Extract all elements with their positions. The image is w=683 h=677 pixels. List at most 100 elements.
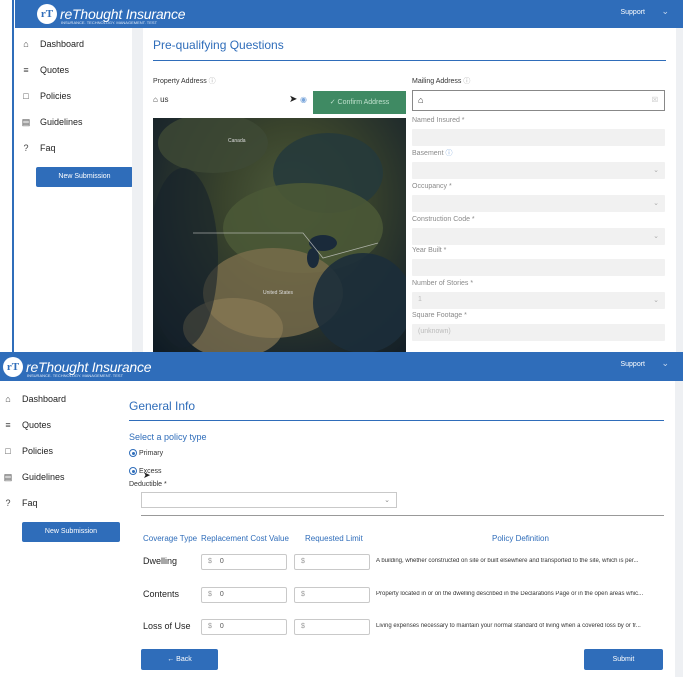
requested-limit-input[interactable]: $: [294, 554, 370, 570]
named-insured-label: Named Insured *: [412, 117, 465, 124]
brand-tagline: INSURANCE. TECHNOLOGY. MANAGEMENT. TEST: [27, 373, 124, 378]
column-header-policy-definition: Policy Definition: [492, 534, 549, 543]
document-icon: □: [5, 446, 11, 456]
help-icon: ?: [23, 143, 29, 153]
brand-logo[interactable]: rT reThought Insurance INSURANCE. TECHNO…: [3, 357, 152, 378]
sidebar-item-faq[interactable]: ? Faq: [3, 490, 132, 516]
title-underline: [129, 420, 664, 421]
chevron-down-icon[interactable]: ⌄: [661, 6, 669, 17]
chevron-down-icon[interactable]: ⌄: [661, 358, 669, 369]
location-icon[interactable]: ◉: [300, 95, 307, 104]
sidebar-item-label: Dashboard: [40, 39, 85, 49]
property-address-input[interactable]: ⌂ us: [153, 95, 169, 104]
replacement-cost-input[interactable]: $0: [201, 554, 287, 570]
construction-code-select[interactable]: ⌄: [412, 228, 665, 245]
sidebar-item-label: Dashboard: [22, 394, 67, 404]
chevron-down-icon: ⌄: [653, 200, 659, 207]
sidebar-item-label: Guidelines: [40, 117, 83, 127]
policy-definition-text: Living expenses necessary to maintain yo…: [376, 623, 641, 629]
replacement-cost-input[interactable]: $0: [201, 619, 287, 635]
sidebar-item-dashboard[interactable]: ⌂ Dashboard: [21, 31, 132, 57]
confirm-address-button[interactable]: ✓ Confirm Address: [313, 91, 406, 114]
sidebar-item-label: Policies: [40, 91, 72, 101]
radio-selected-icon: [129, 467, 137, 475]
brand-logo[interactable]: rT reThought Insurance INSURANCE. TECHNO…: [37, 4, 186, 25]
document-icon: □: [23, 91, 29, 101]
general-info-panel: General Info Select a policy type Primar…: [120, 381, 675, 677]
submit-button[interactable]: Submit: [584, 649, 663, 670]
brand-tagline: INSURANCE. TECHNOLOGY. MANAGEMENT. TEST: [61, 20, 158, 25]
info-icon: ⓘ: [445, 150, 453, 157]
title-underline: [153, 60, 666, 61]
named-insured-input[interactable]: [412, 129, 665, 146]
new-submission-button[interactable]: New Submission: [22, 522, 120, 542]
requested-limit-input[interactable]: $: [294, 619, 370, 635]
sidebar-item-guidelines[interactable]: ▤ Guidelines: [21, 109, 132, 135]
new-submission-button[interactable]: New Submission: [36, 167, 133, 187]
chevron-down-icon: ⌄: [653, 167, 659, 174]
column-header-coverage-type: Coverage Type: [143, 534, 198, 543]
mailing-address-input[interactable]: ⌂ ☒: [412, 90, 665, 111]
map-terrain: [153, 118, 406, 352]
year-built-input[interactable]: [412, 259, 665, 276]
stories-value: 1: [418, 296, 422, 303]
option-label: Primary: [138, 449, 164, 457]
policy-definition-text: A building, whether constructed on site …: [376, 558, 639, 564]
construction-code-label: Construction Code *: [412, 216, 475, 223]
chevron-down-icon: ⌄: [384, 497, 390, 504]
coverage-type-loss-of-use: Loss of Use: [143, 621, 191, 631]
sidebar-item-quotes[interactable]: ≡ Quotes: [3, 412, 132, 438]
satellite-map[interactable]: Canada United States: [153, 118, 406, 352]
window-edge: [12, 0, 14, 352]
policy-definition-text: Property located in or on the dwelling d…: [376, 591, 644, 597]
occupancy-label: Occupancy *: [412, 183, 452, 190]
back-button[interactable]: ← Back: [141, 649, 218, 670]
list-icon: ≡: [5, 420, 11, 430]
radio-selected-icon: [129, 449, 137, 457]
square-footage-label: Square Footage *: [412, 312, 467, 319]
home-icon: ⌂: [418, 95, 424, 105]
home-icon: ⌂: [153, 95, 158, 104]
logo-mark: rT: [3, 357, 23, 377]
sidebar-item-quotes[interactable]: ≡ Quotes: [21, 57, 132, 83]
requested-limit-input[interactable]: $: [294, 587, 370, 603]
basement-select[interactable]: ⌄: [412, 162, 665, 179]
occupancy-select[interactable]: ⌄: [412, 195, 665, 212]
support-menu[interactable]: Support: [620, 361, 645, 368]
number-of-stories-select[interactable]: 1 ⌄: [412, 292, 665, 309]
book-icon: ▤: [21, 116, 31, 127]
square-footage-input[interactable]: (unknown): [412, 324, 665, 341]
sidebar-item-guidelines[interactable]: ▤ Guidelines: [3, 464, 132, 490]
policy-type-primary[interactable]: Primary: [129, 449, 163, 457]
replacement-cost-input[interactable]: $0: [201, 587, 287, 603]
number-of-stories-label: Number of Stories *: [412, 280, 474, 287]
sidebar-item-policies[interactable]: □ Policies: [3, 438, 132, 464]
sidebar: ⌂ Dashboard ≡ Quotes □ Policies ▤ Guidelines…: [0, 381, 132, 677]
sidebar-item-label: Faq: [40, 143, 56, 153]
sidebar-item-label: Quotes: [22, 420, 52, 430]
sidebar-item-faq[interactable]: ? Faq: [21, 135, 132, 161]
sidebar-item-dashboard[interactable]: ⌂ Dashboard: [3, 386, 132, 412]
page-title: General Info: [129, 399, 196, 413]
square-footage-value: (unknown): [418, 328, 451, 335]
column-header-requested-limit: Requested Limit: [305, 534, 363, 543]
top-navbar: rT reThought Insurance INSURANCE. TECHNO…: [0, 352, 683, 381]
sidebar-item-label: Policies: [22, 446, 54, 456]
sidebar-item-policies[interactable]: □ Policies: [21, 83, 132, 109]
deductible-label: Deductible *: [129, 481, 167, 488]
clear-icon[interactable]: ☒: [652, 96, 658, 104]
logo-mark: rT: [37, 4, 57, 24]
divider: [141, 515, 664, 516]
list-icon: ≡: [23, 65, 29, 75]
general-info-screen: rT reThought Insurance INSURANCE. TECHNO…: [0, 352, 683, 677]
deductible-select[interactable]: ⌄: [141, 492, 397, 508]
sidebar-item-label: Quotes: [40, 65, 70, 75]
property-address-label: Property Address ⓘ: [153, 78, 216, 85]
support-menu[interactable]: Support: [620, 9, 645, 16]
map-label-canada: Canada: [228, 138, 246, 144]
prequal-panel: Pre-qualifying Questions Property Addres…: [143, 28, 676, 352]
column-header-replacement: Replacement Cost Value: [201, 534, 289, 543]
sidebar-item-label: Faq: [22, 498, 38, 508]
year-built-label: Year Built *: [412, 247, 447, 254]
home-icon: ⌂: [5, 394, 11, 404]
